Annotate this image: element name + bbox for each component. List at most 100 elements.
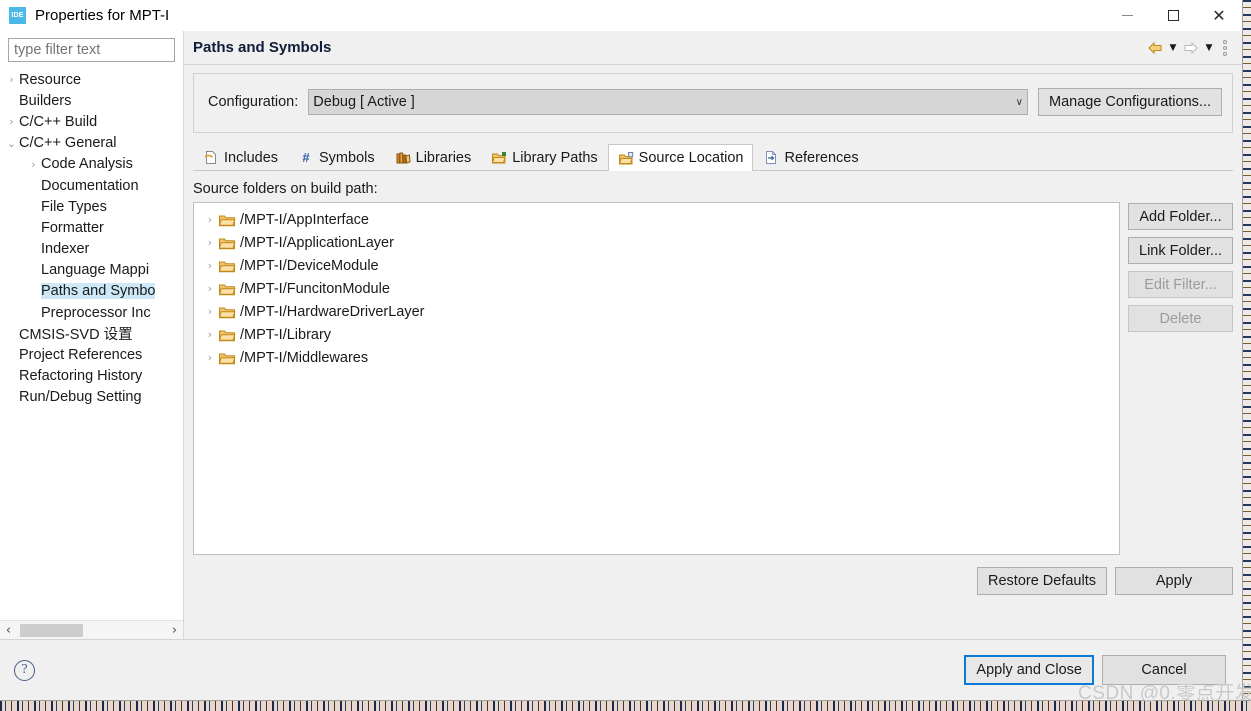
source-folder-row[interactable]: › /MPT-I/FuncitonModule <box>194 277 1119 300</box>
chevron-right-icon[interactable]: › <box>202 305 218 318</box>
cancel-button[interactable]: Cancel <box>1102 655 1226 685</box>
view-menu-icon[interactable] <box>1218 39 1232 56</box>
sidebar-item-label: Preprocessor Inc <box>41 304 151 321</box>
chevron-right-icon[interactable]: › <box>4 115 19 128</box>
configuration-dropdown[interactable]: Debug [ Active ] ∨ <box>308 89 1028 115</box>
maximize-button[interactable] <box>1150 0 1196 31</box>
close-icon: ✕ <box>1212 5 1226 25</box>
sidebar-item-label: Refactoring History <box>19 368 143 385</box>
sidebar-item-formatter[interactable]: ›Formatter <box>0 217 183 238</box>
sidebar-item-project-references[interactable]: ›Project References <box>0 344 183 365</box>
minimize-icon <box>1121 15 1133 16</box>
header-toolbar: ▼ ▼ <box>1146 39 1232 56</box>
tab-symbols[interactable]: # Symbols <box>288 144 385 170</box>
sidebar-item-c-c-build[interactable]: › C/C++ Build <box>0 111 183 132</box>
chevron-right-icon[interactable]: › <box>202 259 218 272</box>
close-button[interactable]: ✕ <box>1196 0 1242 31</box>
source-folder-row[interactable]: › /MPT-I/AppInterface <box>194 208 1119 231</box>
filter-input[interactable] <box>8 38 175 62</box>
sidebar-item-label: Builders <box>19 92 72 109</box>
page-header: Paths and Symbols ▼ ▼ <box>184 31 1242 65</box>
tab-libraries[interactable]: Libraries <box>385 144 482 170</box>
apply-button[interactable]: Apply <box>1115 567 1233 595</box>
tab-label: Libraries <box>415 149 472 166</box>
scroll-thumb[interactable] <box>20 623 83 637</box>
source-folder-row[interactable]: › /MPT-I/DeviceModule <box>194 254 1119 277</box>
help-icon[interactable]: ? <box>14 659 35 681</box>
chevron-right-icon[interactable]: › <box>202 236 218 249</box>
back-arrow-icon[interactable] <box>1146 40 1164 56</box>
tab-library-paths[interactable]: Library Paths <box>481 144 607 170</box>
chevron-right-icon[interactable]: › <box>26 158 41 171</box>
tab-source-location[interactable]: Source Location <box>607 144 754 171</box>
back-dropdown-icon[interactable]: ▼ <box>1166 43 1180 53</box>
sidebar-item-indexer[interactable]: ›Indexer <box>0 239 183 260</box>
source-folder-row[interactable]: › /MPT-I/Middlewares <box>194 346 1119 369</box>
scroll-left-icon[interactable]: ‹ <box>0 621 17 640</box>
sidebar-item-label: C/C++ Build <box>19 113 98 130</box>
sidebar-item-file-types[interactable]: ›File Types <box>0 196 183 217</box>
chevron-right-icon[interactable]: › <box>202 282 218 295</box>
restore-defaults-button[interactable]: Restore Defaults <box>977 567 1107 595</box>
folder-icon <box>218 213 236 227</box>
tab-label: Source Location <box>638 150 744 166</box>
chevron-right-icon[interactable]: › <box>202 351 218 364</box>
folder-icon <box>218 282 236 296</box>
source-location-icon <box>618 151 634 166</box>
folder-list-column: Source folders on build path: › /MPT-I/Ap… <box>193 181 1120 555</box>
manage-configurations-button[interactable]: Manage Configurations... <box>1037 88 1222 116</box>
background-ide-right-strip <box>1243 0 1251 711</box>
folder-icon <box>218 351 236 365</box>
sidebar-item-code-analysis[interactable]: › Code Analysis <box>0 154 183 175</box>
sidebar-item-documentation[interactable]: ›Documentation <box>0 175 183 196</box>
properties-dialog: IDE Properties for MPT-I ✕ ›Resource›Bui… <box>0 0 1251 704</box>
sidebar-item-resource[interactable]: › Resource <box>0 69 183 90</box>
sidebar-item-cmsis-svd[interactable]: ›CMSIS-SVD 设置 <box>0 323 183 344</box>
add-folder-button[interactable]: Add Folder... <box>1128 203 1233 230</box>
sidebar-item-label: Run/Debug Setting <box>19 389 142 406</box>
folder-icon <box>218 259 236 273</box>
maximize-icon <box>1167 10 1179 21</box>
source-folder-row[interactable]: › /MPT-I/Library <box>194 323 1119 346</box>
source-folders-list[interactable]: › /MPT-I/AppInterface › /MPT-I/ApplicationL… <box>193 202 1120 555</box>
apply-and-close-button[interactable]: Apply and Close <box>964 655 1094 685</box>
chevron-right-icon[interactable]: › <box>4 73 19 86</box>
forward-arrow-icon[interactable] <box>1182 40 1200 56</box>
folder-action-buttons: Add Folder... Link Folder... Edit Filter..… <box>1128 181 1233 555</box>
source-folder-row[interactable]: › /MPT-I/HardwareDriverLayer <box>194 300 1119 323</box>
sidebar-item-paths-and-symbo[interactable]: ›Paths and Symbo <box>0 281 183 302</box>
tab-references[interactable]: References <box>753 144 868 170</box>
tab-bar: Includes # Symbols Libraries Library Paths So… <box>193 144 1233 171</box>
scroll-track[interactable] <box>17 621 166 640</box>
scroll-right-icon[interactable]: › <box>166 621 183 640</box>
chevron-right-icon[interactable]: › <box>202 213 218 226</box>
sidebar: ›Resource›Builders›C/C++ Build⌄C/C++ Gen… <box>0 31 184 639</box>
sidebar-item-label: Project References <box>19 347 143 364</box>
settings-tree: ›Resource›Builders›C/C++ Build⌄C/C++ Gen… <box>0 68 183 620</box>
link-folder-button[interactable]: Link Folder... <box>1128 237 1233 264</box>
tab-includes[interactable]: Includes <box>193 144 288 170</box>
sidebar-item-label: CMSIS-SVD 设置 <box>19 327 133 344</box>
sidebar-item-refactoring-history[interactable]: ›Refactoring History <box>0 366 183 387</box>
page-title: Paths and Symbols <box>193 39 332 56</box>
minimize-button[interactable] <box>1104 0 1150 31</box>
folder-icon <box>218 305 236 319</box>
chevron-right-icon[interactable]: › <box>202 328 218 341</box>
sidebar-item-preprocessor-inc[interactable]: ›Preprocessor Inc <box>0 302 183 323</box>
apply-button-row: Restore Defaults Apply <box>193 555 1233 605</box>
source-folder-path: /MPT-I/DeviceModule <box>240 257 379 274</box>
source-folder-path: /MPT-I/AppInterface <box>240 211 369 228</box>
page-area: Configuration: Debug [ Active ] ∨ Manage… <box>184 65 1242 639</box>
sidebar-item-builders[interactable]: ›Builders <box>0 90 183 111</box>
sidebar-item-run-debug-setting[interactable]: ›Run/Debug Setting <box>0 387 183 408</box>
source-folder-path: /MPT-I/Library <box>240 326 332 343</box>
sidebar-item-c-c-general[interactable]: ⌄ C/C++ General <box>0 133 183 154</box>
forward-dropdown-icon[interactable]: ▼ <box>1202 43 1216 53</box>
source-location-section: Source folders on build path: › /MPT-I/Ap… <box>193 181 1233 555</box>
chevron-down-icon[interactable]: ⌄ <box>4 137 19 150</box>
source-folder-row[interactable]: › /MPT-I/ApplicationLayer <box>194 231 1119 254</box>
sidebar-item-label: Formatter <box>41 219 104 236</box>
sidebar-item-language-mappi[interactable]: ›Language Mappi <box>0 260 183 281</box>
sidebar-horizontal-scrollbar[interactable]: ‹ › <box>0 620 183 639</box>
libraries-icon <box>395 150 411 165</box>
